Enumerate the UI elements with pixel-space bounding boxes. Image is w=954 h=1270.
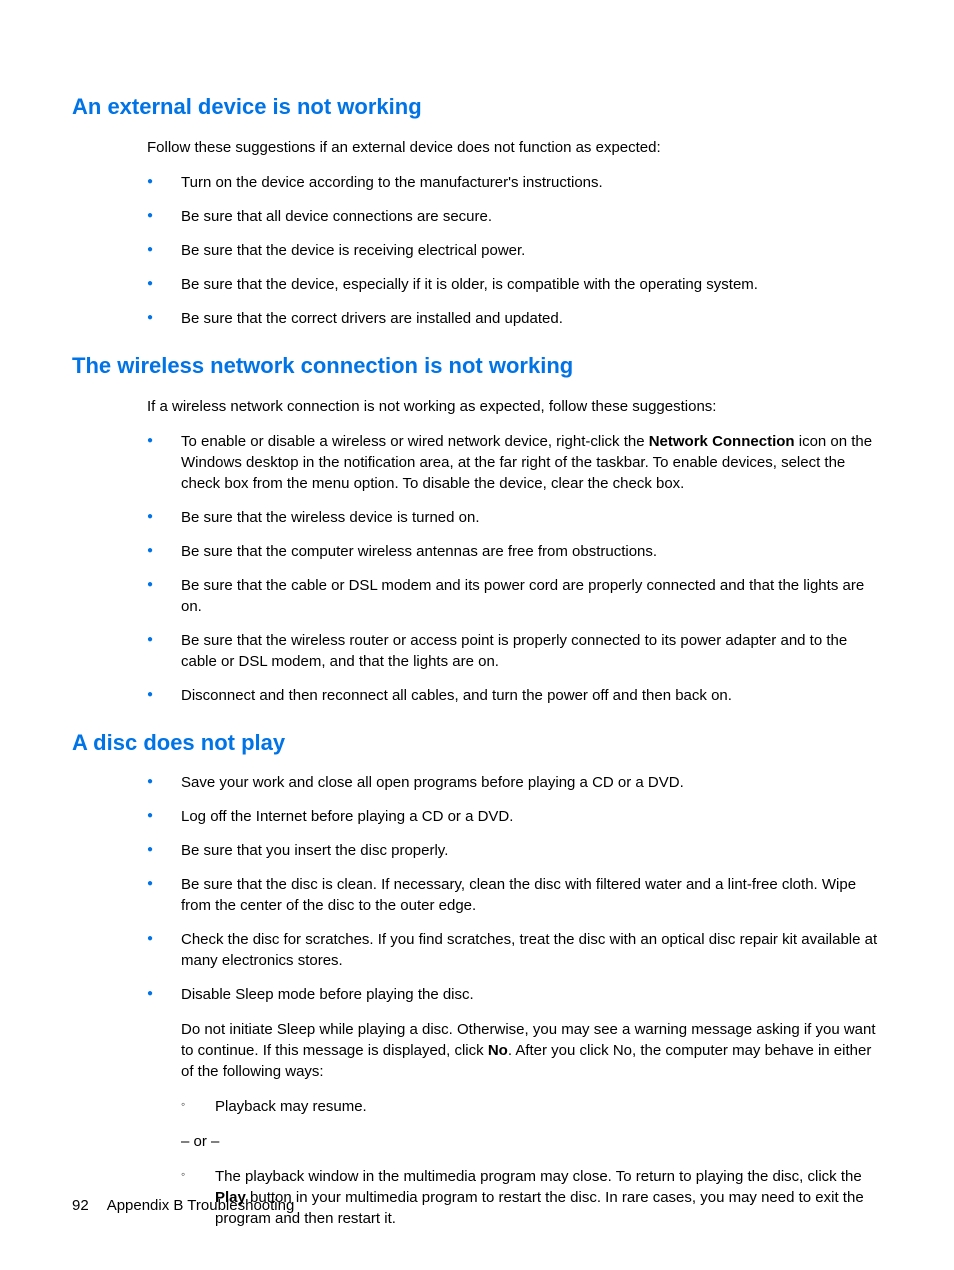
text-fragment: The playback window in the multimedia pr… — [215, 1168, 862, 1185]
list-item: To enable or disable a wireless or wired… — [147, 431, 882, 494]
page-footer: 92 Appendix B Troubleshooting — [72, 1195, 294, 1216]
list-item-text: Log off the Internet before playing a CD… — [181, 806, 882, 827]
list-item: Be sure that you insert the disc properl… — [147, 840, 882, 861]
list-item: Disable Sleep mode before playing the di… — [147, 984, 882, 1229]
list-item: Log off the Internet before playing a CD… — [147, 806, 882, 827]
list-item: Be sure that the wireless router or acce… — [147, 630, 882, 672]
list-item: Be sure that the correct drivers are ins… — [147, 308, 882, 329]
list-item: Turn on the device according to the manu… — [147, 172, 882, 193]
list-item-text: Be sure that the cable or DSL modem and … — [181, 575, 882, 617]
section-heading-wireless: The wireless network connection is not w… — [72, 351, 882, 382]
section3-list: Save your work and close all open progra… — [147, 772, 882, 1229]
list-item-text: Save your work and close all open progra… — [181, 772, 882, 793]
list-item-text: Be sure that the correct drivers are ins… — [181, 308, 882, 329]
section2-intro: If a wireless network connection is not … — [147, 396, 882, 417]
list-item-text: Be sure that you insert the disc properl… — [181, 840, 882, 861]
list-item-text: Be sure that all device connections are … — [181, 206, 882, 227]
footer-appendix: Appendix B Troubleshooting — [107, 1197, 295, 1214]
list-item-extra: Do not initiate Sleep while playing a di… — [181, 1019, 882, 1082]
list-item: Be sure that the device, especially if i… — [147, 274, 882, 295]
list-item: Be sure that the computer wireless anten… — [147, 541, 882, 562]
list-item-text: To enable or disable a wireless or wired… — [181, 431, 882, 494]
list-item: Be sure that the device is receiving ele… — [147, 240, 882, 261]
section1-intro: Follow these suggestions if an external … — [147, 137, 882, 158]
text-fragment: To enable or disable a wireless or wired… — [181, 433, 649, 450]
list-item: Be sure that all device connections are … — [147, 206, 882, 227]
list-item-text: Disable Sleep mode before playing the di… — [181, 984, 882, 1005]
list-item-text: Disconnect and then reconnect all cables… — [181, 685, 882, 706]
list-item-text: Be sure that the wireless router or acce… — [181, 630, 882, 672]
section1-list: Turn on the device according to the manu… — [147, 172, 882, 329]
list-item: Check the disc for scratches. If you fin… — [147, 929, 882, 971]
list-item-text: Be sure that the device, especially if i… — [181, 274, 882, 295]
list-item: Disconnect and then reconnect all cables… — [147, 685, 882, 706]
text-fragment: button in your multimedia program to res… — [215, 1189, 864, 1227]
bold-text: No — [488, 1042, 508, 1059]
bold-text: Network Connection — [649, 433, 795, 450]
sub-list-item: Playback may resume. — [181, 1096, 882, 1117]
document-page: An external device is not working Follow… — [0, 0, 954, 1270]
list-item-text: Be sure that the computer wireless anten… — [181, 541, 882, 562]
list-item: Be sure that the cable or DSL modem and … — [147, 575, 882, 617]
list-item-text: Turn on the device according to the manu… — [181, 172, 882, 193]
page-number: 92 — [72, 1197, 89, 1214]
section-heading-disc: A disc does not play — [72, 728, 882, 759]
list-item-text: Be sure that the wireless device is turn… — [181, 507, 882, 528]
list-item-text: Be sure that the disc is clean. If neces… — [181, 874, 882, 916]
sub-list: Playback may resume. — [181, 1096, 882, 1117]
list-item-text: Check the disc for scratches. If you fin… — [181, 929, 882, 971]
section2-list: To enable or disable a wireless or wired… — [147, 431, 882, 706]
or-separator: – or – — [181, 1131, 882, 1152]
sub-item-text: The playback window in the multimedia pr… — [215, 1168, 864, 1227]
list-item: Be sure that the disc is clean. If neces… — [147, 874, 882, 916]
list-item-text: Be sure that the device is receiving ele… — [181, 240, 882, 261]
section-heading-external-device: An external device is not working — [72, 92, 882, 123]
list-item: Be sure that the wireless device is turn… — [147, 507, 882, 528]
list-item: Save your work and close all open progra… — [147, 772, 882, 793]
sub-item-text: Playback may resume. — [215, 1098, 367, 1115]
